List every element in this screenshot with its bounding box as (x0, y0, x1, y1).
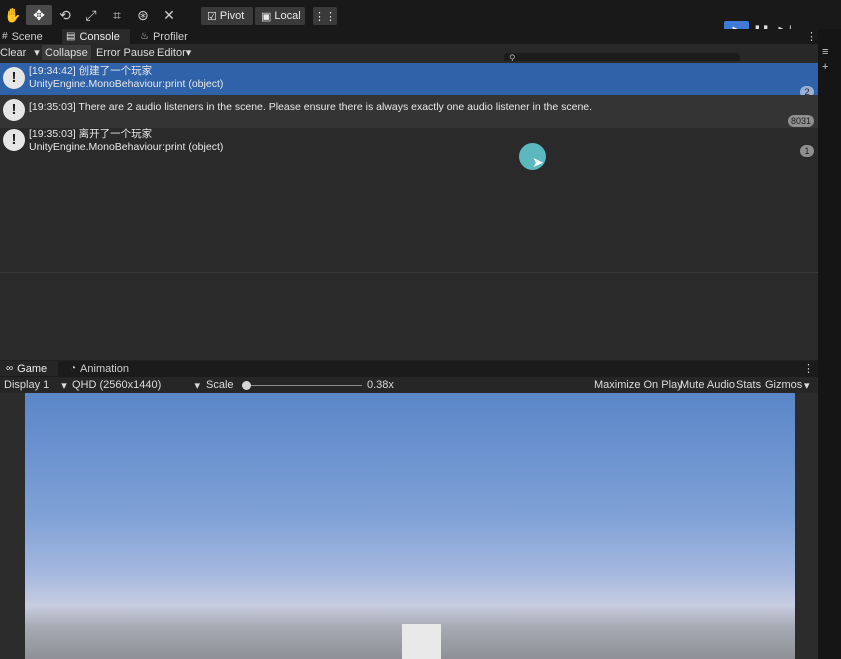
viewport-border-right (795, 393, 818, 659)
game-toolbar: Display 1 ▾ QHD (2560x1440) ▾ Scale 0.38… (0, 377, 818, 393)
main-toolbar: ✋ ✥ ⟲ ⤢ ⌗ ⊛ ✕ ☑ Pivot ▣ Local ⋮⋮ (0, 0, 841, 29)
tab-animation[interactable]: ◔ Animation (70, 361, 140, 376)
scene-icon: # (2, 31, 8, 42)
console-icon: ▤ (66, 31, 76, 42)
display-dropdown[interactable]: Display 1 ▾ (4, 378, 67, 392)
mouse-cursor-icon: ➤ (532, 154, 544, 170)
log-message: [19:34:42] 创建了一个玩家 (29, 65, 153, 77)
game-menu-icon[interactable]: ⋮ (803, 362, 814, 375)
stats-toggle[interactable]: Stats (736, 378, 761, 392)
resolution-dropdown[interactable]: QHD (2560x1440) ▾ (72, 378, 200, 392)
scale-label: Scale (206, 379, 234, 391)
log-entry[interactable]: ! [19:35:03] 离开了一个玩家 UnityEngine.MonoBeh… (0, 127, 818, 159)
chevron-down-icon[interactable]: ▾ (34, 46, 40, 59)
chevron-down-icon: ▾ (185, 47, 192, 59)
console-split-divider[interactable] (0, 272, 818, 273)
clear-label: Clear (0, 46, 27, 59)
rotate-icon[interactable]: ⟲ (52, 5, 78, 25)
tab-label: Animation (80, 362, 129, 375)
profiler-icon: ♨ (140, 31, 149, 42)
tab-label: Profiler (152, 30, 188, 43)
scale-slider[interactable] (242, 385, 362, 386)
move-icon[interactable]: ✥ (26, 5, 52, 25)
viewport-border-left (0, 393, 25, 659)
pivot-icon: ☑ (207, 10, 217, 23)
rect-icon[interactable]: ⌗ (104, 5, 130, 25)
local-label: Local (274, 10, 301, 22)
tab-label: Console (79, 30, 120, 43)
hand-icon[interactable]: ✋ (0, 5, 26, 25)
chevron-down-icon: ▾ (61, 379, 67, 392)
clear-button[interactable]: Clear ▾ (0, 45, 40, 60)
animation-icon: ◔ (70, 363, 77, 374)
maximize-on-play-toggle[interactable]: Maximize On Play (594, 378, 683, 392)
right-panel-icons: ≡ + (822, 45, 828, 75)
collapse-button[interactable]: Collapse (42, 45, 91, 60)
log-message: [19:35:03] There are 2 audio listeners i… (29, 101, 593, 113)
mute-audio-toggle[interactable]: Mute Audio (680, 378, 735, 392)
gizmos-toggle[interactable]: Gizmos (765, 378, 802, 392)
transform-icon[interactable]: ⊛ (130, 5, 156, 25)
tab-scene[interactable]: # Scene (2, 29, 60, 44)
chevron-down-icon[interactable]: ▾ (804, 378, 810, 392)
local-button[interactable]: ▣ Local (255, 7, 305, 25)
pivot-button[interactable]: ☑ Pivot (201, 7, 253, 25)
tab-profiler[interactable]: ♨ Profiler (140, 29, 200, 44)
scale-icon[interactable]: ⤢ (78, 5, 104, 25)
info-icon: ! (3, 129, 25, 151)
log-message: [19:35:03] 离开了一个玩家 (29, 128, 153, 140)
tab-game[interactable]: ∞ Game (0, 361, 58, 376)
game-icon: ∞ (6, 363, 14, 374)
custom-tool-icon[interactable]: ✕ (156, 5, 182, 25)
log-stacktrace: UnityEngine.MonoBehaviour:print (object) (29, 141, 224, 153)
editor-label: Editor (157, 46, 186, 59)
collapse-count-badge: 8031 (787, 115, 814, 127)
scale-value: 0.38x (367, 379, 394, 391)
log-entry[interactable]: ! [19:35:03] There are 2 audio listeners… (0, 95, 818, 128)
chevron-down-icon: ▾ (194, 379, 200, 392)
pivot-label: Pivot (219, 10, 245, 22)
game-viewport[interactable] (25, 393, 795, 659)
error-pause-button[interactable]: Error Pause (96, 45, 155, 60)
console-log-list: ! [19:34:42] 创建了一个玩家 UnityEngine.MonoBeh… (0, 61, 818, 360)
lower-tab-bar: ∞ Game ◔ Animation ⋮ (0, 361, 818, 377)
plus-icon[interactable]: + (822, 60, 828, 75)
tab-label: Scene (11, 30, 43, 43)
log-stacktrace: UnityEngine.MonoBehaviour:print (object) (29, 78, 224, 90)
editor-dropdown[interactable]: Editor ▾ (157, 45, 191, 60)
upper-tab-bar: # Scene ▤ Console ♨ Profiler ⋮ (0, 29, 818, 44)
info-icon: ! (3, 67, 25, 89)
tab-console[interactable]: ▤ Console (62, 29, 130, 44)
info-icon: ! (3, 99, 25, 121)
white-cube-object (402, 624, 441, 659)
resolution-label: QHD (2560x1440) (72, 379, 162, 391)
display-label: Display 1 (4, 379, 50, 391)
console-menu-icon[interactable]: ⋮ (806, 30, 817, 43)
transform-tools: ✋ ✥ ⟲ ⤢ ⌗ ⊛ ✕ (0, 5, 182, 25)
collapse-count-badge: 1 (800, 145, 814, 157)
cube-icon: ▣ (261, 10, 272, 23)
right-panel-strip (818, 0, 841, 659)
tab-label: Game (17, 362, 48, 375)
grid-snap-icon[interactable]: ⋮⋮ (313, 7, 337, 25)
list-icon[interactable]: ≡ (822, 45, 828, 60)
